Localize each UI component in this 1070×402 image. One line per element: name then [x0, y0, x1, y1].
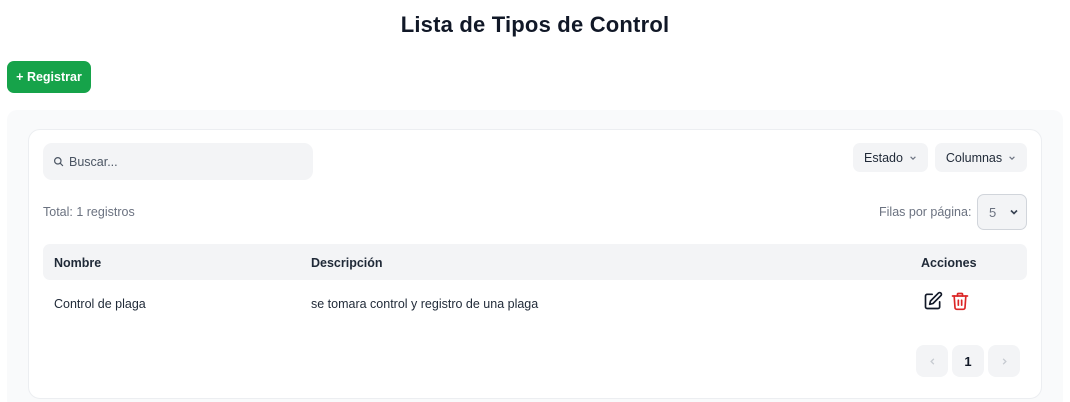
estado-filter-button[interactable]: Estado — [853, 143, 928, 172]
chevron-down-icon — [1010, 209, 1018, 215]
edit-icon[interactable] — [923, 291, 943, 311]
columnas-filter-button[interactable]: Columnas — [935, 143, 1027, 172]
columnas-filter-label: Columnas — [945, 150, 1003, 165]
cell-nombre: Control de plaga — [54, 297, 146, 311]
total-records: Total: 1 registros — [43, 205, 135, 219]
search-box[interactable] — [43, 143, 313, 180]
estado-filter-label: Estado — [864, 150, 903, 165]
chevron-left-icon — [929, 357, 934, 365]
table-row: Control de plaga se tomara control y reg… — [43, 282, 1027, 324]
cell-descripcion: se tomara control y registro de una plag… — [311, 297, 539, 311]
search-icon — [54, 157, 64, 167]
page-number-button[interactable]: 1 — [952, 345, 984, 377]
rows-per-page-select[interactable]: 5 — [977, 194, 1027, 230]
rows-per-page-value: 5 — [989, 204, 997, 220]
chevron-down-icon — [910, 155, 916, 160]
column-header-descripcion: Descripción — [311, 256, 383, 270]
trash-icon[interactable] — [950, 291, 970, 311]
rows-per-page-label: Filas por página: — [879, 205, 972, 219]
next-page-button[interactable] — [988, 345, 1020, 377]
chevron-down-icon — [1009, 155, 1015, 160]
register-button[interactable]: + Registrar — [7, 61, 91, 93]
chevron-right-icon — [1002, 357, 1007, 365]
page-title: Lista de Tipos de Control — [400, 12, 670, 37]
previous-page-button[interactable] — [916, 345, 948, 377]
column-header-nombre: Nombre — [54, 256, 102, 270]
table-header: Nombre Descripción Acciones — [43, 244, 1027, 280]
search-input[interactable] — [69, 154, 299, 169]
column-header-acciones: Acciones — [921, 256, 977, 270]
